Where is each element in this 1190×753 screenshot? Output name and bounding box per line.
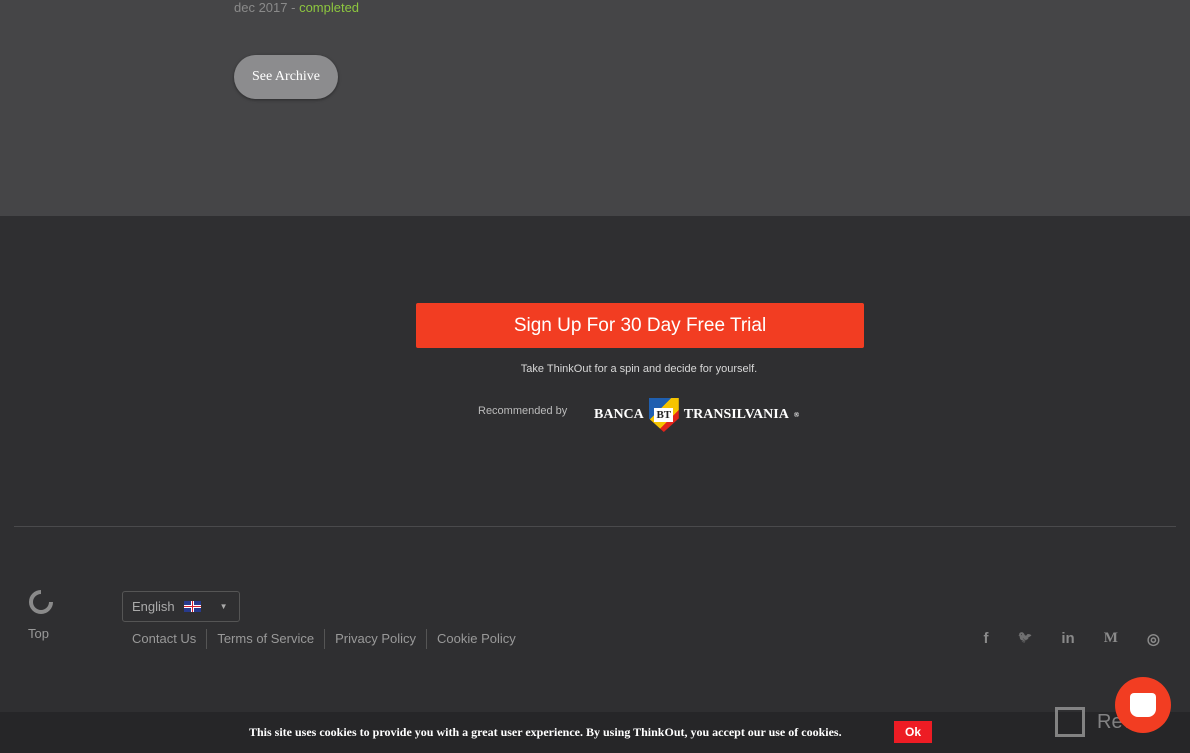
medium-icon[interactable]: M (1104, 630, 1118, 648)
bt-shield-icon: BT (648, 398, 679, 432)
partner-name-left: BANCA (594, 407, 644, 422)
privacy-link[interactable]: Privacy Policy (324, 629, 426, 649)
cta-tagline: Take ThinkOut for a spin and decide for … (520, 363, 758, 375)
chevron-down-icon: ▼ (219, 602, 228, 611)
archive-section: dec 2017 - completed See Archive (0, 0, 1190, 216)
scroll-top-button[interactable]: Top (28, 589, 54, 641)
instagram-icon[interactable]: ◎ (1147, 630, 1160, 648)
footer-links: Contact Us Terms of Service Privacy Poli… (132, 629, 526, 649)
status-label: completed (299, 0, 360, 15)
linkedin-icon[interactable]: in (1061, 630, 1074, 648)
refresh-circle-icon (29, 590, 53, 614)
recommended-by-label: Recommended by (478, 405, 568, 417)
partner-shield-text: BT (654, 408, 674, 422)
cookie-banner: This site uses cookies to provide you wi… (0, 712, 1190, 753)
footer-divider (14, 526, 1176, 527)
twitter-icon[interactable]: 🐦 (1017, 630, 1032, 648)
contact-us-link[interactable]: Contact Us (132, 629, 206, 649)
cookie-ok-button[interactable]: Ok (894, 721, 932, 743)
status-date: dec 2017 (234, 0, 288, 15)
partner-logo: BANCA BT TRANSILVANIA ® (594, 398, 799, 432)
partner-name-right: TRANSILVANIA (683, 407, 789, 422)
signup-trial-button[interactable]: Sign Up For 30 Day Free Trial (416, 303, 864, 348)
project-status: dec 2017 - completed (234, 0, 359, 15)
language-value: English (132, 599, 175, 614)
status-separator: - (287, 0, 300, 15)
terms-link[interactable]: Terms of Service (206, 629, 324, 649)
top-label: Top (28, 626, 49, 641)
registered-mark: ® (793, 411, 800, 419)
language-select[interactable]: English ▼ (122, 591, 240, 622)
revain-logo-icon (1055, 707, 1085, 737)
cookie-text: This site uses cookies to provide you wi… (249, 725, 842, 739)
uk-flag-icon (183, 601, 201, 612)
facebook-icon[interactable]: f (983, 630, 988, 648)
social-links: f 🐦 in M ◎ (983, 630, 1160, 648)
cookie-policy-link[interactable]: Cookie Policy (426, 629, 526, 649)
chat-icon (1130, 693, 1156, 717)
see-archive-button[interactable]: See Archive (234, 55, 338, 99)
chat-widget-button[interactable] (1115, 677, 1171, 733)
